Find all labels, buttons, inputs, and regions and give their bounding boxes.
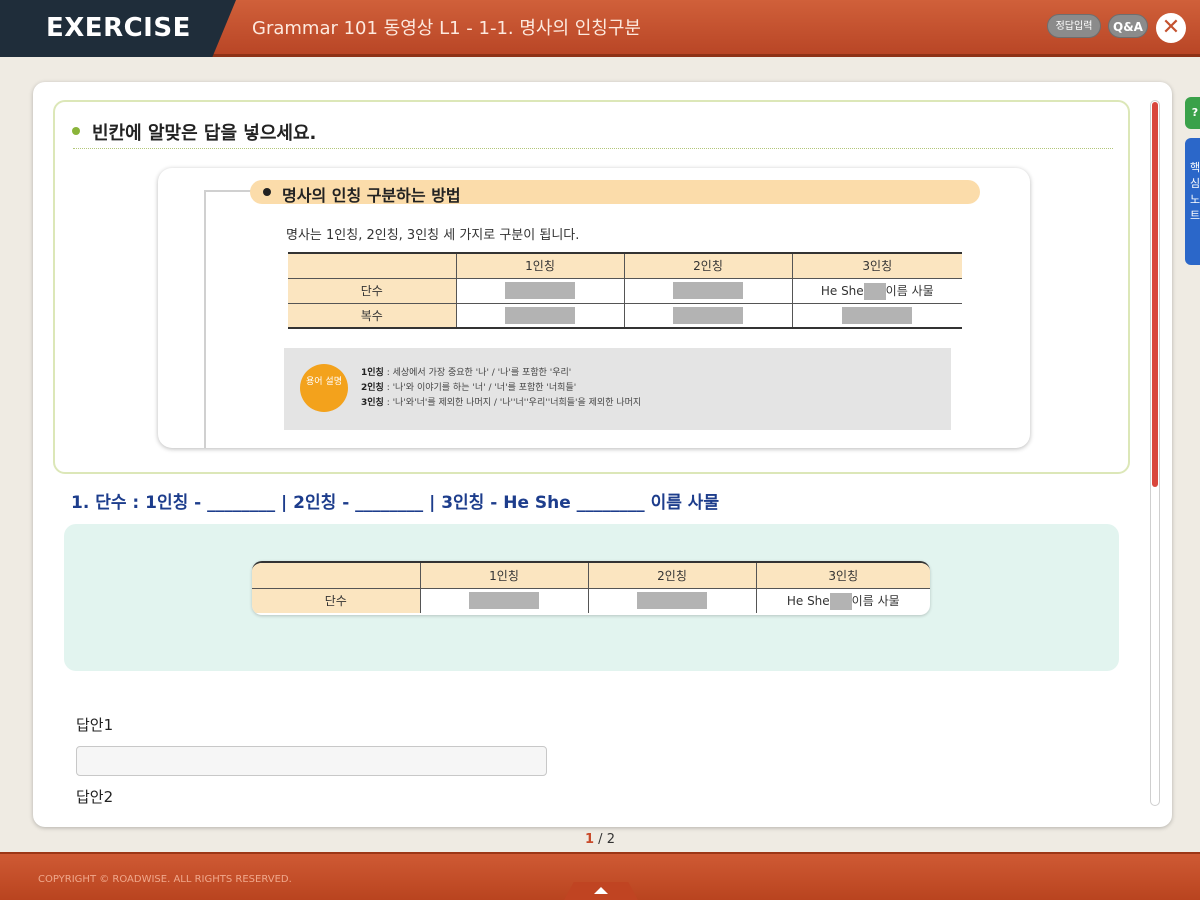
- table-header: 2인칭: [587, 563, 756, 589]
- exercise-card: 빈칸에 알맞은 답을 넣으세요. 명사의 인칭 구분하는 방법 명사는 1인칭,…: [33, 82, 1172, 827]
- question-text: 1. 단수 : 1인칭 - ________ | 2인칭 - ________ …: [71, 493, 720, 513]
- table-header: 1인칭: [419, 563, 588, 589]
- person-table: 1인칭 2인칭 3인칭 단수 He She 이름 사물 복수: [288, 252, 962, 329]
- key-notes-tab[interactable]: 핵심노트: [1185, 138, 1200, 265]
- section-description: 명사는 1인칭, 2인칭, 3인칭 세 가지로 구분이 됩니다.: [286, 228, 580, 243]
- hidden-answer: [673, 306, 743, 324]
- key-notes-tab-label: 핵심노트: [1189, 161, 1200, 222]
- footer: COPYRIGHT © ROADWISE. ALL RIGHTS RESERVE…: [0, 852, 1200, 900]
- term-badge: 용어 설명: [300, 364, 348, 412]
- divider: [73, 148, 1113, 149]
- table-cell: [455, 278, 624, 304]
- answer1-label: 답안1: [76, 716, 114, 734]
- term-lines: 1인칭 : 세상에서 가장 중요한 '나' / '나'를 포함한 '우리' 2인…: [361, 366, 641, 411]
- explanation-card: 명사의 인칭 구분하는 방법 명사는 1인칭, 2인칭, 3인칭 세 가지로 구…: [158, 168, 1030, 448]
- cell-text: He She: [786, 593, 830, 608]
- table-row: 복수: [288, 303, 962, 329]
- hidden-answer: [505, 282, 575, 299]
- scrollbar-thumb[interactable]: [1152, 102, 1158, 487]
- table-row: 단수 He She 이름 사물: [288, 278, 962, 304]
- qa-button[interactable]: Q&A: [1108, 14, 1148, 38]
- decor-line: [204, 190, 254, 192]
- table-cell: He She 이름 사물: [755, 588, 930, 613]
- page-title: Grammar 101 동영상 L1 - 1-1. 명사의 인칭구분: [252, 18, 641, 39]
- table-cell: He She 이름 사물: [791, 278, 962, 304]
- table-header: 1인칭: [455, 253, 624, 279]
- top-bar: EXERCISE Grammar 101 동영상 L1 - 1-1. 명사의 인…: [0, 0, 1200, 57]
- bullet-icon: [263, 188, 271, 196]
- row-label: 복수: [288, 303, 456, 329]
- cell-text: 이름 사물: [851, 593, 900, 608]
- table-cell: [587, 588, 756, 613]
- copyright: COPYRIGHT © ROADWISE. ALL RIGHTS RESERVE…: [38, 874, 292, 885]
- question-box: 빈칸에 알맞은 답을 넣으세요. 명사의 인칭 구분하는 방법 명사는 1인칭,…: [53, 100, 1130, 474]
- table-row: 단수 He She 이름 사물: [252, 588, 930, 613]
- table-header: 3인칭: [755, 563, 930, 589]
- term-note: 용어 설명 1인칭 : 세상에서 가장 중요한 '나' / '나'를 포함한 '…: [284, 348, 951, 430]
- brand-logo: EXERCISE: [0, 0, 236, 57]
- question-table: 1인칭 2인칭 3인칭 단수 He She 이름 사물: [252, 563, 930, 613]
- instruction: 빈칸에 알맞은 답을 넣으세요.: [92, 123, 317, 144]
- row-label: 단수: [252, 588, 420, 613]
- table-cell: [791, 303, 962, 329]
- term-line: 2인칭 : '나'와 이야기를 하는 '너' / '너'를 포함한 '너희들': [361, 383, 577, 393]
- table-row: 1인칭 2인칭 3인칭: [288, 253, 962, 279]
- decor-line: [204, 190, 206, 448]
- answer2-label: 답안2: [76, 788, 114, 806]
- page-separator: /: [594, 832, 607, 847]
- help-tab[interactable]: ?: [1185, 97, 1200, 129]
- question-table-area: 1인칭 2인칭 3인칭 단수 He She 이름 사물: [64, 524, 1119, 671]
- cell-text: He She: [820, 283, 864, 298]
- page-indicator: 1 / 2: [0, 832, 1200, 847]
- answer-input-button[interactable]: 정답입력: [1047, 14, 1101, 38]
- table-header: [288, 253, 456, 279]
- answer1-input[interactable]: [76, 746, 547, 776]
- table-header: 3인칭: [791, 253, 962, 279]
- chevron-up-icon: [594, 887, 608, 894]
- hidden-answer: [469, 592, 539, 610]
- section-title: 명사의 인칭 구분하는 방법: [282, 186, 461, 205]
- table-cell: [623, 278, 792, 304]
- total-pages: 2: [606, 832, 615, 847]
- table-header: [252, 563, 420, 589]
- hidden-answer: [673, 282, 743, 299]
- table-cell: [455, 303, 624, 329]
- close-icon[interactable]: ✕: [1156, 13, 1186, 43]
- term-line: 1인칭 : 세상에서 가장 중요한 '나' / '나'를 포함한 '우리': [361, 368, 572, 378]
- bullet-icon: [72, 127, 80, 135]
- hidden-answer: [863, 282, 886, 300]
- current-page: 1: [585, 832, 595, 847]
- table-cell: [419, 588, 588, 613]
- hidden-answer: [829, 592, 852, 610]
- hidden-answer: [637, 592, 707, 610]
- table-cell: [623, 303, 792, 329]
- scrollbar[interactable]: [1150, 100, 1160, 806]
- hidden-answer: [505, 306, 575, 324]
- expand-tab[interactable]: [562, 882, 640, 900]
- table-header: 2인칭: [623, 253, 792, 279]
- row-label: 단수: [288, 278, 456, 304]
- cell-text: 이름 사물: [885, 283, 934, 298]
- question-table-wrap: 1인칭 2인칭 3인칭 단수 He She 이름 사물: [252, 561, 930, 615]
- table-row: 1인칭 2인칭 3인칭: [252, 563, 930, 589]
- term-line: 3인칭 : '나'와'너'를 제외한 나머지 / '나''너''우리''너희들'…: [361, 398, 642, 408]
- hidden-answer: [842, 306, 913, 324]
